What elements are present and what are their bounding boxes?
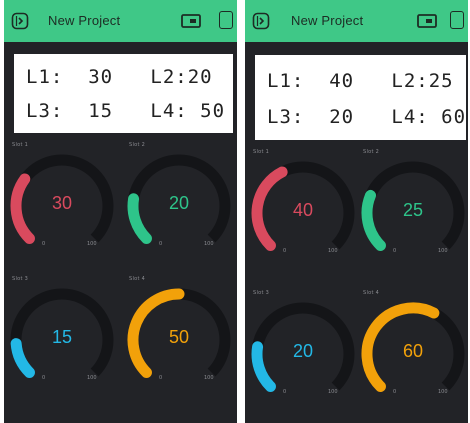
- lcd-display: L1: 30 L2:20 L3: 15 L4: 50: [14, 54, 233, 133]
- gauge-1: Slot 1 0 100 30: [8, 142, 118, 268]
- back-icon[interactable]: [11, 12, 29, 30]
- gauge-label: Slot 4: [129, 276, 146, 282]
- gauge-min: 0: [42, 241, 46, 247]
- gauge-value: 20: [292, 341, 314, 361]
- gauge-label: Slot 1: [12, 142, 29, 148]
- gauge-max: 100: [87, 375, 97, 381]
- gauge-min: 0: [393, 389, 397, 395]
- gauge-value: 25: [402, 200, 424, 220]
- gauge-value: 15: [51, 327, 73, 347]
- lcd-line-1: L1: 40 L2:25: [267, 70, 454, 92]
- gauge-min: 0: [159, 241, 163, 247]
- gauge-max: 100: [438, 248, 448, 254]
- phone-screen-right: New Project L1: 40 L2:25 L3: 20 L4: 60 S…: [245, 0, 468, 423]
- gauge-max: 100: [204, 241, 214, 247]
- device-icon[interactable]: [417, 13, 437, 29]
- gauge-min: 0: [283, 248, 287, 254]
- gauge-min: 0: [159, 375, 163, 381]
- gauge-4: Slot 4 0 100 60: [359, 290, 468, 416]
- top-bar: New Project: [4, 0, 237, 42]
- gauge-4: Slot 4 0 100 50: [125, 276, 235, 402]
- gauge-value: 20: [168, 193, 190, 213]
- gauge-label: Slot 2: [129, 142, 146, 148]
- device-icon[interactable]: [181, 13, 201, 29]
- project-title: New Project: [291, 13, 364, 28]
- gauge-value: 60: [402, 341, 424, 361]
- gauge-1: Slot 1 0 100 40: [249, 149, 359, 275]
- back-icon[interactable]: [252, 12, 270, 30]
- gauge-label: Slot 4: [363, 290, 380, 296]
- gauge-2: Slot 2 0 100 20: [125, 142, 235, 268]
- project-title: New Project: [48, 13, 121, 28]
- lcd-line-2: L3: 20 L4: 60: [267, 106, 467, 128]
- gauge-min: 0: [283, 389, 287, 395]
- gauge-label: Slot 1: [253, 149, 270, 155]
- gauge-2: Slot 2 0 100 25: [359, 149, 468, 275]
- square-icon[interactable]: [219, 11, 233, 29]
- gauge-max: 100: [438, 389, 448, 395]
- gauge-min: 0: [42, 375, 46, 381]
- gauge-value: 40: [292, 200, 314, 220]
- top-bar: New Project: [245, 0, 468, 42]
- gauge-label: Slot 3: [253, 290, 270, 296]
- gauge-label: Slot 3: [12, 276, 29, 282]
- gauge-value: 50: [168, 327, 190, 347]
- gauge-3: Slot 3 0 100 20: [249, 290, 359, 416]
- square-icon[interactable]: [450, 11, 464, 29]
- lcd-display: L1: 40 L2:25 L3: 20 L4: 60: [255, 55, 466, 140]
- gauge-max: 100: [328, 389, 338, 395]
- lcd-line-1: L1: 30 L2:20: [26, 66, 213, 88]
- lcd-line-2: L3: 15 L4: 50: [26, 100, 226, 122]
- gauge-max: 100: [328, 248, 338, 254]
- gauge-label: Slot 2: [363, 149, 380, 155]
- gauge-value: 30: [51, 193, 73, 213]
- gauge-min: 0: [393, 248, 397, 254]
- gauge-3: Slot 3 0 100 15: [8, 276, 118, 402]
- gauge-max: 100: [204, 375, 214, 381]
- phone-screen-left: New Project L1: 30 L2:20 L3: 15 L4: 50 S…: [4, 0, 237, 423]
- gauge-max: 100: [87, 241, 97, 247]
